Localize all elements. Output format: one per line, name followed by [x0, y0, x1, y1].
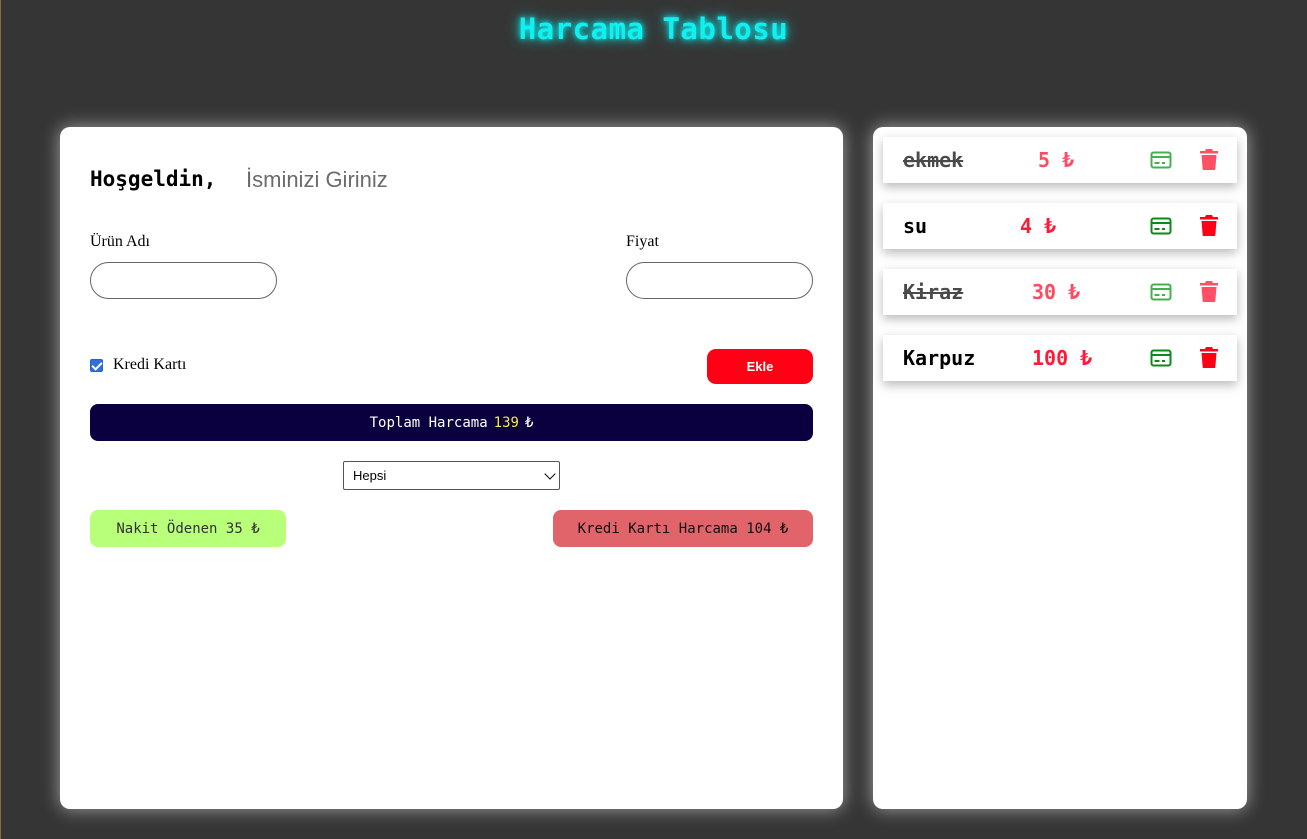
name-input[interactable]	[246, 163, 506, 197]
total-amount: 139	[493, 414, 519, 431]
expense-list-panel: ekmek 5 ₺ su 4 ₺ Kiraz 30 ₺ Karpuz 100 ₺	[873, 127, 1247, 809]
trash-icon[interactable]	[1200, 149, 1218, 170]
total-spending-bar: Toplam Harcama 139 ₺	[90, 404, 813, 441]
credit-card-icon[interactable]	[1150, 151, 1172, 169]
item-price: 5 ₺	[1038, 148, 1075, 172]
credit-card-icon[interactable]	[1150, 217, 1172, 235]
product-name-input[interactable]	[90, 262, 277, 299]
credit-card-label: Kredi Kartı	[113, 356, 187, 373]
expense-form-panel: Hoşgeldin, Ürün Adı Fiyat Kredi Kartı Ek…	[60, 127, 843, 809]
item-name[interactable]: Karpuz	[903, 346, 975, 370]
expense-item: Kiraz 30 ₺	[883, 269, 1237, 315]
payment-filter-select[interactable]: Hepsi	[343, 461, 560, 490]
trash-icon[interactable]	[1200, 215, 1218, 236]
total-label: Toplam Harcama	[369, 414, 488, 431]
add-button[interactable]: Ekle	[707, 349, 813, 384]
credit-card-summary: Kredi Kartı Harcama 104 ₺	[553, 510, 813, 547]
item-price: 30 ₺	[1032, 280, 1081, 304]
total-currency: ₺	[524, 414, 534, 431]
welcome-text: Hoşgeldin,	[90, 167, 217, 191]
chevron-down-icon	[544, 468, 556, 480]
credit-card-checkbox[interactable]	[90, 359, 103, 372]
item-name[interactable]: ekmek	[903, 148, 963, 172]
credit-card-icon[interactable]	[1150, 283, 1172, 301]
expense-item: Karpuz 100 ₺	[883, 335, 1237, 381]
price-input[interactable]	[626, 262, 813, 299]
price-label: Fiyat	[626, 233, 659, 250]
window-edge	[0, 0, 1, 839]
item-name[interactable]: su	[903, 214, 927, 238]
item-name[interactable]: Kiraz	[903, 280, 963, 304]
trash-icon[interactable]	[1200, 347, 1218, 368]
cash-paid-summary: Nakit Ödenen 35 ₺	[90, 510, 286, 547]
item-price: 100 ₺	[1032, 346, 1093, 370]
trash-icon[interactable]	[1200, 281, 1218, 302]
expense-item: ekmek 5 ₺	[883, 137, 1237, 183]
product-name-label: Ürün Adı	[90, 233, 150, 250]
credit-card-icon[interactable]	[1150, 349, 1172, 367]
filter-selected-value: Hepsi	[353, 468, 387, 483]
page-title: Harcama Tablosu	[518, 12, 789, 46]
item-price: 4 ₺	[1020, 214, 1057, 238]
expense-item: su 4 ₺	[883, 203, 1237, 249]
